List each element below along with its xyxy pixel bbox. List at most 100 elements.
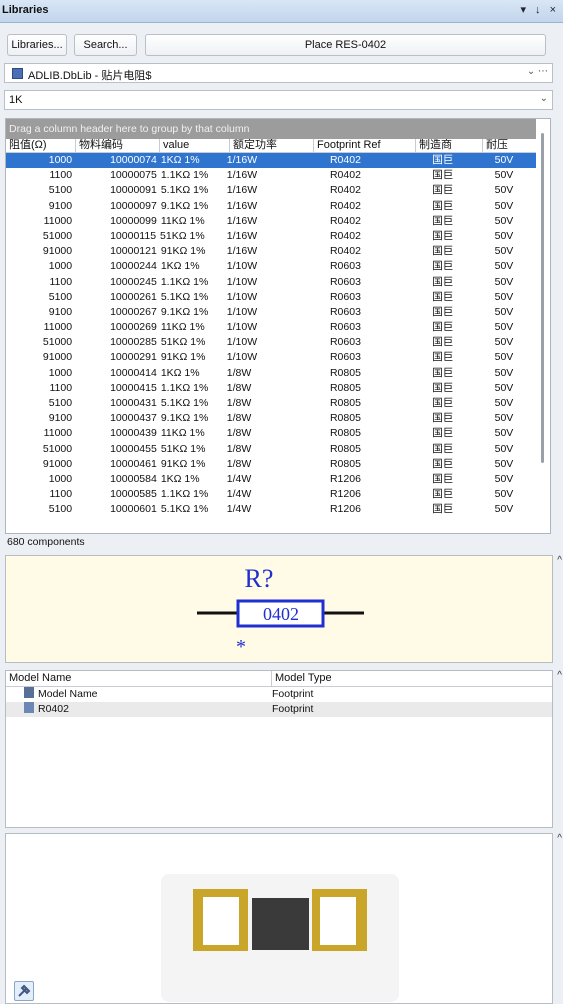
- cell-part-number-text: 10000121: [110, 245, 157, 258]
- cell-value: 9.1KΩ 1%: [160, 199, 209, 212]
- table-row[interactable]: 51000 10000455 51KΩ 1% 1/8W R0805 国巨 50V: [6, 442, 550, 457]
- schematic-symbol-preview: R? 0402 *: [5, 555, 553, 663]
- chevron-down-icon: ⌄ ⋯: [526, 66, 548, 77]
- footprint-model-icon: [24, 702, 34, 713]
- cell-footprint-ref: R0402: [329, 169, 361, 182]
- table-row[interactable]: 1100 10000245 1.1KΩ 1% 1/10W R0603 国巨 50V: [6, 275, 550, 290]
- cell-part-number: 10000261 5.1KΩ 1%: [74, 290, 225, 305]
- table-row[interactable]: 1100 10000585 1.1KΩ 1% 1/4W R1206 国巨 50V: [6, 487, 550, 502]
- cell-part-number: 10000097 9.1KΩ 1%: [74, 199, 225, 214]
- libraries-button[interactable]: Libraries...: [7, 34, 67, 56]
- hammer-tool-icon[interactable]: [14, 981, 34, 1001]
- column-header-manufacturer[interactable]: 制造商: [416, 139, 483, 152]
- column-header-model-type[interactable]: Model Type: [272, 671, 552, 686]
- cell-part-number-text: 10000455: [110, 442, 157, 455]
- cell-resistance: 5100: [48, 290, 73, 303]
- table-row[interactable]: 1000 10000584 1KΩ 1% 1/4W R1206 国巨 50V: [6, 472, 550, 487]
- resistor-symbol: R? 0402 *: [197, 564, 364, 658]
- collapse-chevron-icon[interactable]: ^: [557, 555, 562, 566]
- library-select[interactable]: ADLIB.DbLib - 贴片电阻$ ⌄ ⋯: [4, 63, 553, 83]
- cell-power: 1/16W: [226, 229, 258, 242]
- cell-part-number-text: 10000245: [110, 275, 157, 288]
- column-header-part-number[interactable]: 物料编码: [76, 139, 160, 152]
- cell-footprint-ref: R0805: [329, 366, 361, 379]
- cell-manufacturer: 国巨: [432, 260, 454, 273]
- panel-titlebar: Libraries ▾ ↓ ×: [0, 0, 563, 23]
- table-row[interactable]: 1100 10000075 1.1KΩ 1% 1/16W R0402 国巨 50V: [6, 168, 550, 183]
- model-row[interactable]: R0402 Footprint: [6, 702, 552, 717]
- filter-input[interactable]: 1K ⌄: [4, 90, 553, 110]
- cell-manufacturer: 国巨: [432, 472, 454, 485]
- table-row[interactable]: 91000 10000291 91KΩ 1% 1/10W R0603 国巨 50V: [6, 350, 550, 365]
- cell-footprint-ref: R0402: [329, 229, 361, 242]
- cell-resistance: 51000: [42, 229, 73, 242]
- cell-part-number: 10000431 5.1KΩ 1%: [74, 396, 225, 411]
- cell-part-number-text: 10000075: [110, 169, 157, 182]
- table-row[interactable]: 9100 10000437 9.1KΩ 1% 1/8W R0805 国巨 50V: [6, 411, 550, 426]
- cell-manufacturer: 国巨: [432, 381, 454, 394]
- panel-controls[interactable]: ▾ ↓ ×: [520, 3, 559, 16]
- cell-manufacturer: 国巨: [432, 169, 454, 182]
- cell-resistance: 11000: [43, 214, 73, 227]
- component-grid[interactable]: Drag a column header here to group by th…: [5, 118, 551, 534]
- column-header-value[interactable]: value: [160, 139, 230, 152]
- cell-value: 91KΩ 1%: [160, 351, 206, 364]
- column-header-power[interactable]: 额定功率: [230, 139, 314, 152]
- table-row[interactable]: 5100 10000601 5.1KΩ 1% 1/4W R1206 国巨 50V: [6, 502, 550, 517]
- cell-part-number-text: 10000414: [110, 366, 157, 379]
- table-row[interactable]: 51000 10000115 51KΩ 1% 1/16W R0402 国巨 50V: [6, 229, 550, 244]
- cell-power: 1/8W: [226, 366, 252, 379]
- table-row[interactable]: 1000 10000074 1KΩ 1% 1/16W R0402 国巨 50V: [6, 153, 550, 169]
- cell-part-number: 10000121 91KΩ 1%: [74, 244, 225, 259]
- column-header-resistance[interactable]: 阻值(Ω): [6, 139, 76, 152]
- table-row[interactable]: 11000 10000099 11KΩ 1% 1/16W R0402 国巨 50V: [6, 214, 550, 229]
- grid-scrollbar-thumb[interactable]: [541, 133, 544, 463]
- filter-value: 1K: [9, 94, 23, 106]
- table-row[interactable]: 51000 10000285 51KΩ 1% 1/10W R0603 国巨 50V: [6, 335, 550, 350]
- cell-part-number: 10000115 51KΩ 1%: [74, 229, 225, 244]
- cell-manufacturer: 国巨: [432, 275, 454, 288]
- search-button[interactable]: Search...: [74, 34, 137, 56]
- table-row[interactable]: 5100 10000091 5.1KΩ 1% 1/16W R0402 国巨 50V: [6, 183, 550, 198]
- table-row[interactable]: 11000 10000269 11KΩ 1% 1/10W R0603 国巨 50V: [6, 320, 550, 335]
- table-row[interactable]: 9100 10000097 9.1KΩ 1% 1/16W R0402 国巨 50V: [6, 199, 550, 214]
- cell-manufacturer: 国巨: [432, 245, 454, 258]
- cell-manufacturer: 国巨: [432, 336, 454, 349]
- cell-part-number: 10000585 1.1KΩ 1%: [74, 487, 225, 502]
- model-row[interactable]: Model Name Footprint: [6, 687, 552, 702]
- table-row[interactable]: 5100 10000431 5.1KΩ 1% 1/8W R0805 国巨 50V: [6, 396, 550, 411]
- cell-resistance: 51000: [42, 442, 73, 455]
- cell-power: 1/16W: [226, 184, 258, 197]
- cell-manufacturer: 国巨: [432, 321, 454, 334]
- place-component-button[interactable]: Place RES-0402: [145, 34, 546, 56]
- cell-manufacturer: 国巨: [432, 184, 454, 197]
- table-row[interactable]: 1100 10000415 1.1KΩ 1% 1/8W R0805 国巨 50V: [6, 381, 550, 396]
- table-row[interactable]: 91000 10000461 91KΩ 1% 1/8W R0805 国巨 50V: [6, 457, 550, 472]
- cell-power: 1/10W: [226, 321, 258, 334]
- cell-footprint-ref: R0805: [329, 381, 361, 394]
- table-row[interactable]: 11000 10000439 11KΩ 1% 1/8W R0805 国巨 50V: [6, 426, 550, 441]
- cell-resistance: 91000: [42, 351, 73, 364]
- model-name: R0402: [38, 703, 69, 715]
- table-row[interactable]: 1000 10000244 1KΩ 1% 1/10W R0603 国巨 50V: [6, 259, 550, 274]
- cell-part-number: 10000075 1.1KΩ 1%: [74, 168, 225, 183]
- collapse-chevron-icon[interactable]: ^: [557, 833, 562, 844]
- cell-part-number-text: 10000091: [110, 184, 157, 197]
- table-row[interactable]: 91000 10000121 91KΩ 1% 1/16W R0402 国巨 50V: [6, 244, 550, 259]
- cell-part-number-text: 10000115: [110, 229, 157, 242]
- cell-part-number: 10000584 1KΩ 1%: [74, 472, 225, 487]
- footprint-preview: [5, 833, 553, 1004]
- table-row[interactable]: 5100 10000261 5.1KΩ 1% 1/10W R0603 国巨 50V: [6, 290, 550, 305]
- grid-scrollbar[interactable]: [536, 119, 550, 533]
- column-header-voltage[interactable]: 耐压: [483, 139, 539, 152]
- table-row[interactable]: 9100 10000267 9.1KΩ 1% 1/10W R0603 国巨 50V: [6, 305, 550, 320]
- cell-part-number: 10000414 1KΩ 1%: [74, 366, 225, 381]
- cell-power: 1/8W: [226, 427, 252, 440]
- column-header-footprint-ref[interactable]: Footprint Ref: [314, 139, 416, 152]
- collapse-chevron-icon[interactable]: ^: [557, 670, 562, 681]
- column-header-model-name[interactable]: Model Name: [6, 671, 272, 686]
- table-row[interactable]: 1000 10000414 1KΩ 1% 1/8W R0805 国巨 50V: [6, 366, 550, 381]
- cell-part-number-text: 10000099: [110, 214, 157, 227]
- model-list[interactable]: Model Name Model Type Model Name Footpri…: [5, 670, 553, 828]
- cell-power: 1/8W: [226, 457, 252, 470]
